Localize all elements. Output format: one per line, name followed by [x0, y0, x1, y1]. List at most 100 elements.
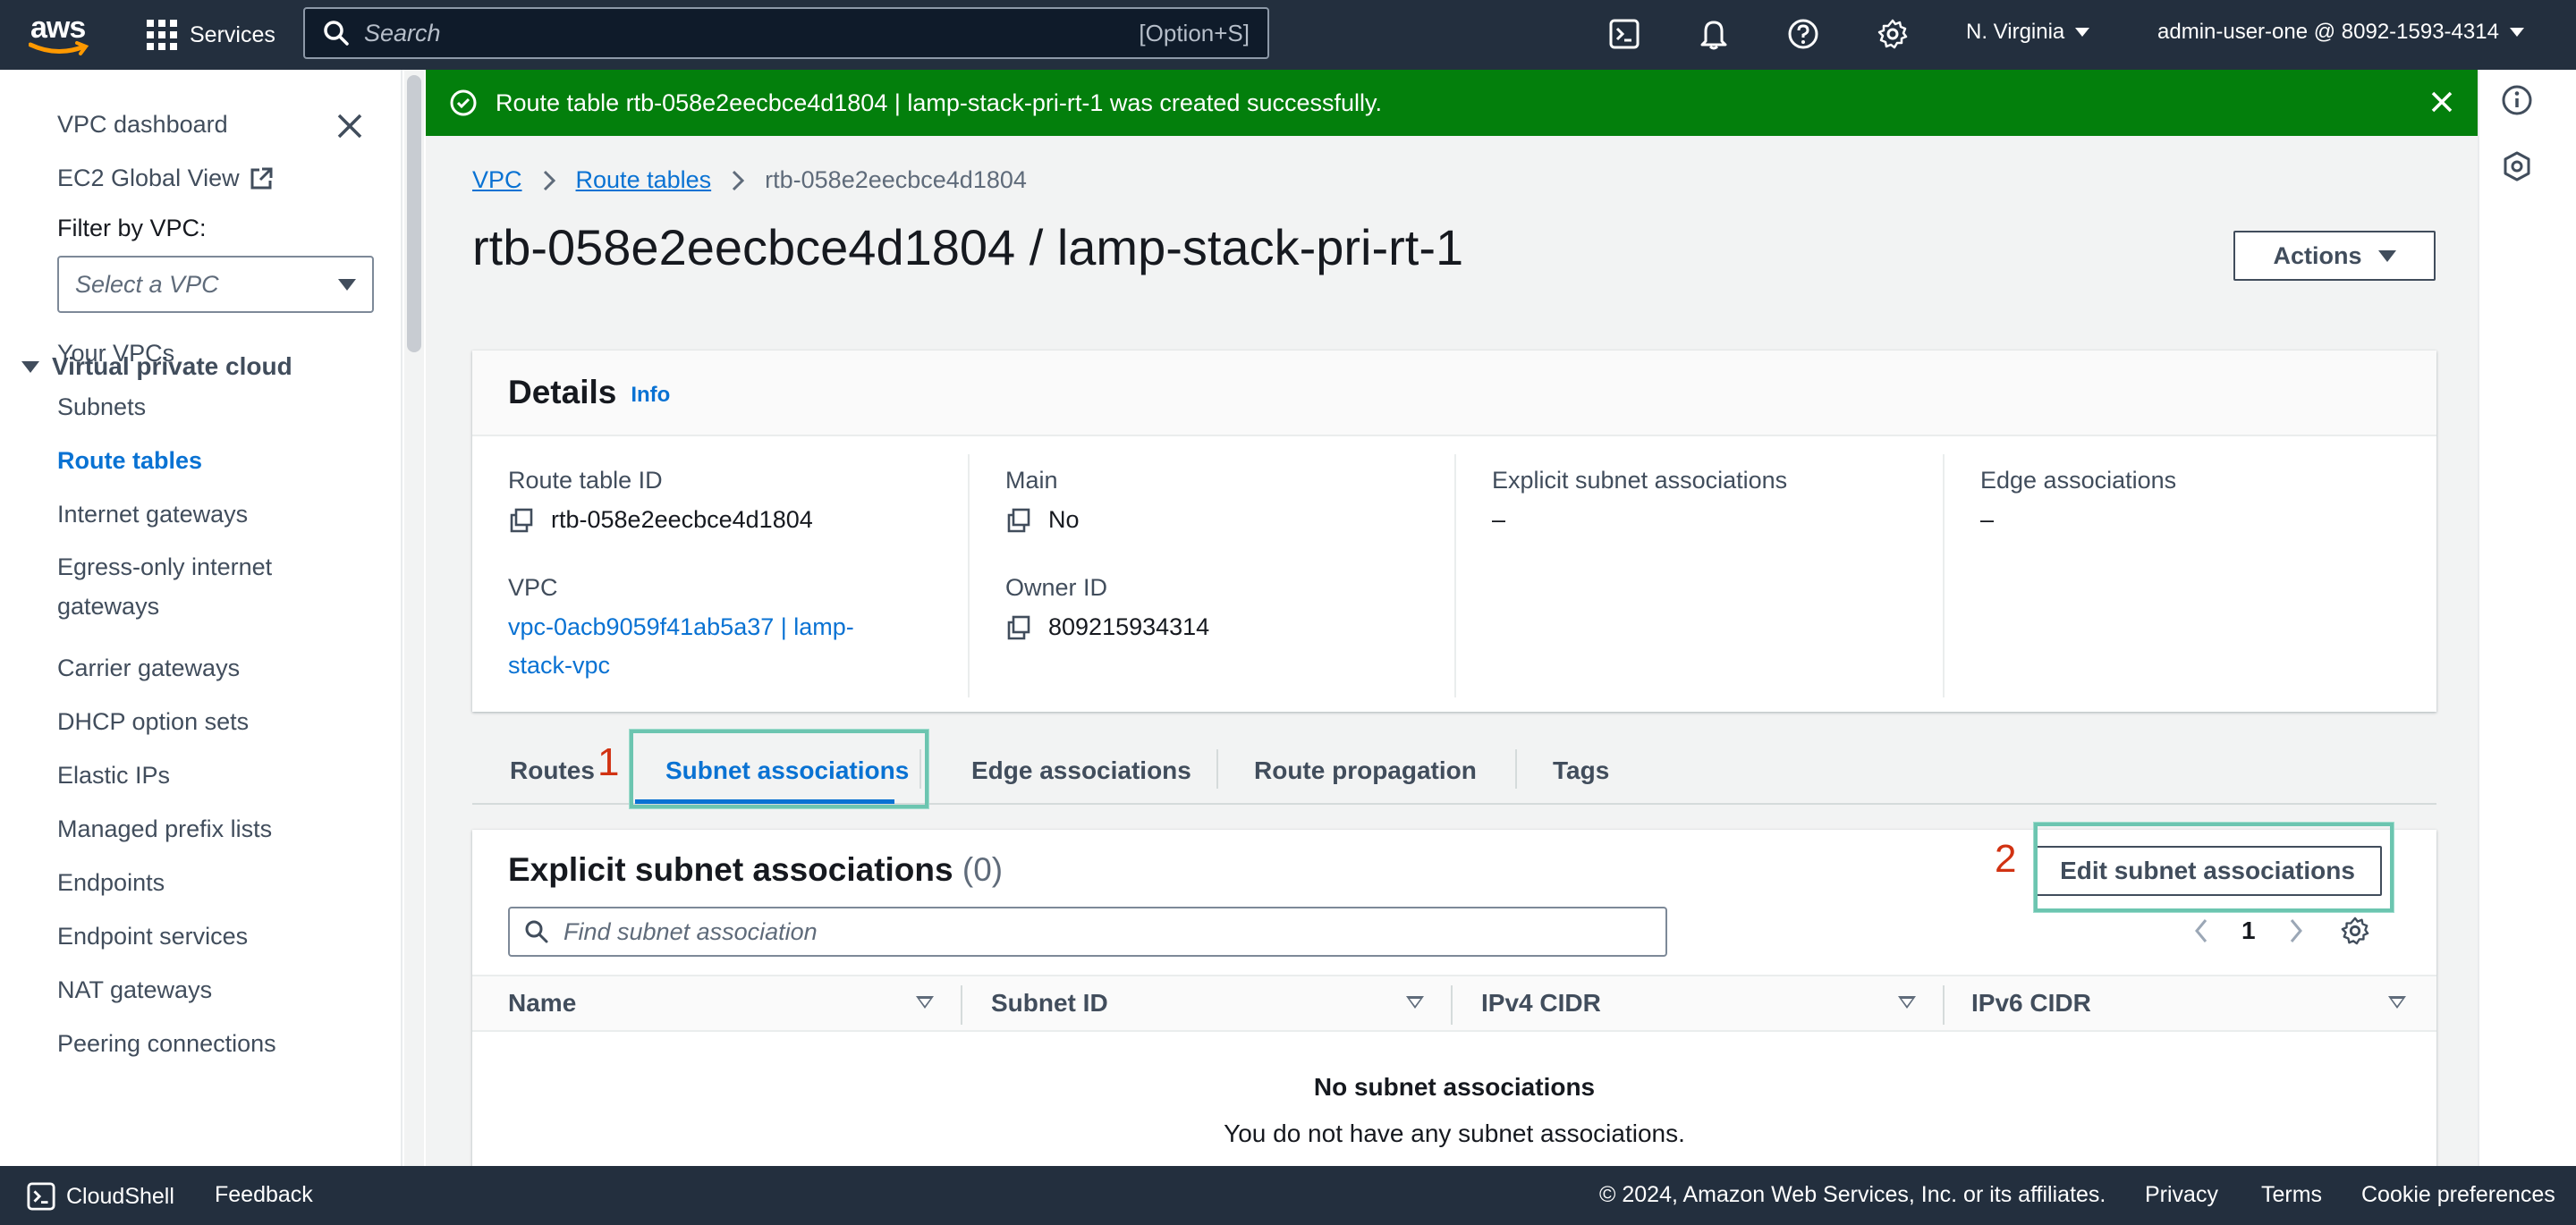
column-header-name[interactable]: Name [508, 989, 576, 1018]
tab-route-propagation[interactable]: Route propagation [1254, 756, 1477, 785]
sidebar-item-managed-prefix-lists[interactable]: Managed prefix lists [57, 815, 272, 843]
flash-message: Route table rtb-058e2eecbce4d1804 | lamp… [496, 89, 1382, 116]
main-value-text: No [1048, 506, 1080, 533]
column-divider[interactable] [961, 985, 962, 1025]
annotation-step-1: 1 [597, 740, 620, 784]
vpc-link-line1[interactable]: vpc-0acb9059f41ab5a37 | lamp- [508, 613, 854, 641]
side-navigation: VPC dashboard EC2 Global View Filter by … [0, 70, 402, 1166]
sidebar-item-route-tables[interactable]: Route tables [57, 447, 202, 475]
associations-count: (0) [962, 851, 1004, 888]
close-icon[interactable] [335, 111, 365, 141]
subnet-association-filter-input[interactable] [564, 917, 1651, 946]
sidebar-item-ec2-global-view[interactable]: EC2 Global View [57, 165, 274, 192]
footer-cloudshell-button[interactable]: CloudShell [27, 1182, 174, 1211]
subnet-association-filter[interactable] [508, 907, 1667, 957]
sidebar-scrollbar-thumb[interactable] [407, 75, 421, 352]
actions-button[interactable]: Actions [2233, 231, 2436, 281]
breadcrumb: VPC Route tables rtb-058e2eecbce4d1804 [472, 166, 1027, 194]
global-search-input[interactable] [364, 19, 1140, 47]
edge-associations-label: Edge associations [1980, 467, 2177, 494]
sidebar-item-internet-gateways[interactable]: Internet gateways [57, 501, 248, 528]
route-table-id-label: Route table ID [508, 467, 663, 494]
main-content: Route table rtb-058e2eecbce4d1804 | lamp… [426, 70, 2478, 1166]
breadcrumb-route-tables[interactable]: Route tables [576, 166, 712, 194]
footer-privacy-link[interactable]: Privacy [2145, 1182, 2218, 1208]
filter-by-vpc-label: Filter by VPC: [57, 215, 207, 241]
settings-gear-icon[interactable] [1875, 16, 1911, 52]
page-title: rtb-058e2eecbce4d1804 / lamp-stack-pri-r… [472, 219, 1464, 275]
help-icon[interactable] [1785, 16, 1821, 52]
account-menu[interactable]: admin-user-one @ 8092-1593-4314 [2157, 20, 2524, 45]
vpc-label: VPC [508, 574, 558, 601]
info-panel-icon[interactable] [2499, 82, 2535, 118]
details-column-1: Route table ID rtb-058e2eecbce4d1804 VPC… [472, 454, 961, 697]
vpc-filter-placeholder: Select a VPC [75, 270, 219, 298]
empty-state-message: You do not have any subnet associations. [1224, 1119, 1685, 1147]
sidebar-item-elastic-ips[interactable]: Elastic IPs [57, 762, 170, 790]
sidebar-item-label: EC2 Global View [57, 165, 240, 191]
close-icon[interactable] [2426, 86, 2458, 118]
cloudshell-icon [27, 1182, 55, 1211]
cloudshell-icon[interactable] [1606, 16, 1642, 52]
vpc-filter-select[interactable]: Select a VPC [57, 256, 374, 313]
sidebar-item-peering-connections[interactable]: Peering connections [57, 1030, 276, 1058]
page-number[interactable]: 1 [2241, 917, 2256, 945]
details-title: Details [508, 374, 617, 410]
tab-tags[interactable]: Tags [1553, 756, 1609, 785]
sidebar-item-your-vpcs[interactable]: Your VPCs [57, 340, 174, 368]
breadcrumb-vpc[interactable]: VPC [472, 166, 522, 194]
region-selector[interactable]: N. Virginia [1966, 20, 2090, 45]
notifications-bell-icon[interactable] [1696, 16, 1732, 52]
search-icon [525, 920, 548, 943]
chevron-left-icon[interactable] [2193, 917, 2209, 944]
details-header: Details Info [472, 351, 2436, 436]
copy-icon[interactable] [508, 507, 535, 534]
help-panel-icon[interactable] [2499, 148, 2535, 184]
services-menu-button[interactable]: Services [147, 16, 275, 54]
sidebar-item-dhcp-option-sets[interactable]: DHCP option sets [57, 708, 249, 736]
column-header-subnet-id[interactable]: Subnet ID [991, 989, 1108, 1018]
info-link[interactable]: Info [631, 383, 670, 408]
sort-icon[interactable] [916, 996, 934, 1009]
sidebar-item-endpoints[interactable]: Endpoints [57, 869, 165, 897]
chevron-right-icon[interactable] [2288, 917, 2304, 944]
associations-title-text: Explicit subnet associations [508, 851, 953, 888]
chevron-down-icon [338, 278, 356, 291]
footer-terms-link[interactable]: Terms [2261, 1182, 2322, 1208]
sidebar-item-egress-only-internet-gateways[interactable]: Egress-only internet gateways [57, 547, 317, 626]
footer-cloudshell-label: CloudShell [66, 1183, 174, 1209]
column-divider[interactable] [1943, 985, 1945, 1025]
owner-id-text: 809215934314 [1048, 613, 1210, 640]
vpc-link-line2[interactable]: stack-vpc [508, 652, 610, 680]
sidebar-item-subnets[interactable]: Subnets [57, 393, 146, 421]
external-link-icon [250, 167, 273, 189]
footer-cookie-preferences-link[interactable]: Cookie preferences [2361, 1182, 2555, 1208]
sidebar-item-nat-gateways[interactable]: NAT gateways [57, 976, 212, 1004]
right-utility-rail [2478, 70, 2576, 1166]
aws-smile-icon [29, 41, 89, 55]
column-divider[interactable] [1451, 985, 1453, 1025]
sort-icon[interactable] [1898, 996, 1916, 1009]
column-header-ipv6-cidr[interactable]: IPv6 CIDR [1971, 989, 2091, 1018]
owner-id-label: Owner ID [1005, 574, 1108, 601]
aws-logo[interactable]: aws [27, 7, 95, 63]
details-column-2: Main No Owner ID 809215934314 [968, 454, 1456, 697]
column-header-ipv4-cidr[interactable]: IPv4 CIDR [1481, 989, 1601, 1018]
sort-icon[interactable] [2388, 996, 2406, 1009]
tab-edge-associations[interactable]: Edge associations [971, 756, 1191, 785]
copy-icon[interactable] [1005, 507, 1032, 534]
sidebar-item-endpoint-services[interactable]: Endpoint services [57, 923, 248, 950]
details-column-4: Edge associations – [1943, 454, 2431, 697]
vpc-link[interactable]: vpc-0acb9059f41ab5a37 | lamp- stack-vpc [508, 613, 854, 680]
global-search[interactable]: [Option+S] [303, 7, 1269, 59]
sidebar-item-vpc-dashboard[interactable]: VPC dashboard [57, 111, 228, 139]
footer-feedback-link[interactable]: Feedback [215, 1182, 313, 1208]
preferences-gear-icon[interactable] [2340, 916, 2370, 946]
tab-divider [1515, 749, 1517, 789]
sidebar-item-carrier-gateways[interactable]: Carrier gateways [57, 655, 240, 682]
copy-icon[interactable] [1005, 614, 1032, 641]
details-column-3: Explicit subnet associations – [1454, 454, 1943, 697]
route-table-id-text: rtb-058e2eecbce4d1804 [551, 506, 813, 533]
sort-icon[interactable] [1406, 996, 1424, 1009]
tab-routes[interactable]: Routes [510, 756, 595, 785]
